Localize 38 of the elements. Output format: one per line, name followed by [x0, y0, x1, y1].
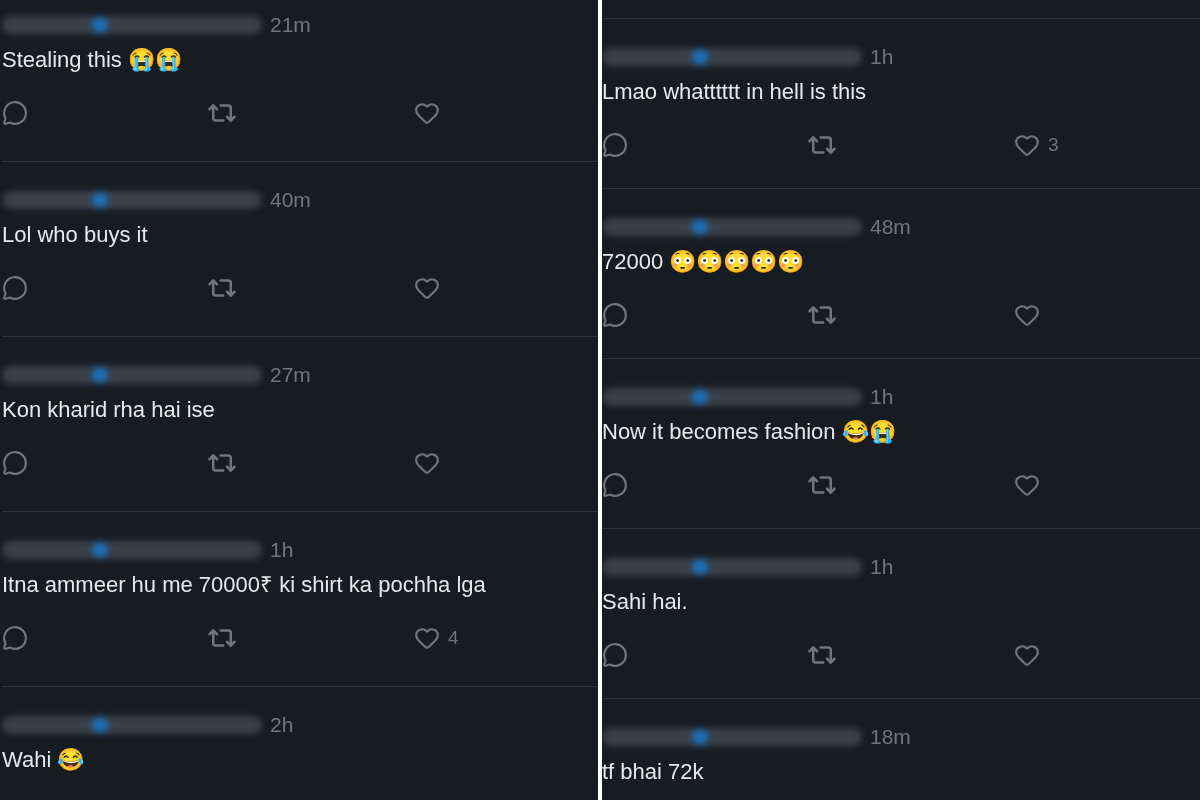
speech-bubble-icon [2, 100, 28, 126]
heart-icon [1014, 472, 1040, 498]
reply-text: tf bhai 72k [602, 758, 705, 786]
reply-time: 27m [270, 362, 311, 389]
reply-time: 1h [270, 537, 294, 564]
speech-bubble-icon [602, 472, 628, 498]
heart-icon [414, 100, 440, 126]
reply-text: Now it becomes fashion 😂😭 [602, 418, 897, 446]
like-button[interactable]: 3 [1002, 130, 1059, 160]
reply-time: 21m [270, 12, 311, 39]
speech-bubble-icon [602, 132, 628, 158]
reply-time: 1h [870, 554, 894, 581]
reply-text: Lmao whatttttt in hell is this [602, 78, 868, 106]
reply-text: Wahi 😂 [2, 746, 86, 774]
reply-time: 48m [870, 214, 911, 241]
reply-text: Lol who buys it [2, 221, 149, 249]
reply-text: Kon kharid rha hai ise [2, 396, 216, 424]
reply-text: Stealing this 😭😭 [2, 46, 183, 74]
like-button[interactable]: 4 [402, 623, 459, 653]
reply-time: 2h [270, 712, 294, 739]
reply-time: 18m [870, 724, 911, 751]
reply-time: 1h [870, 44, 894, 71]
speech-bubble-icon [2, 275, 28, 301]
speech-bubble-icon [602, 642, 628, 668]
speech-bubble-icon [2, 625, 28, 651]
heart-icon [414, 625, 440, 651]
reply-time: 1h [870, 384, 894, 411]
heart-icon [414, 450, 440, 476]
speech-bubble-icon [602, 302, 628, 328]
reply-text: Itna ammeer hu me 70000₹ ki shirt ka pochha lga [2, 571, 487, 599]
heart-icon [414, 275, 440, 301]
heart-icon [1014, 132, 1040, 158]
reply-text: Sahi hai. [602, 588, 689, 616]
heart-icon [1014, 642, 1040, 668]
speech-bubble-icon [2, 450, 28, 476]
heart-icon [1014, 302, 1040, 328]
reply-time: 40m [270, 187, 311, 214]
reply-text: 72000 😳😳😳😳😳 [602, 248, 806, 276]
